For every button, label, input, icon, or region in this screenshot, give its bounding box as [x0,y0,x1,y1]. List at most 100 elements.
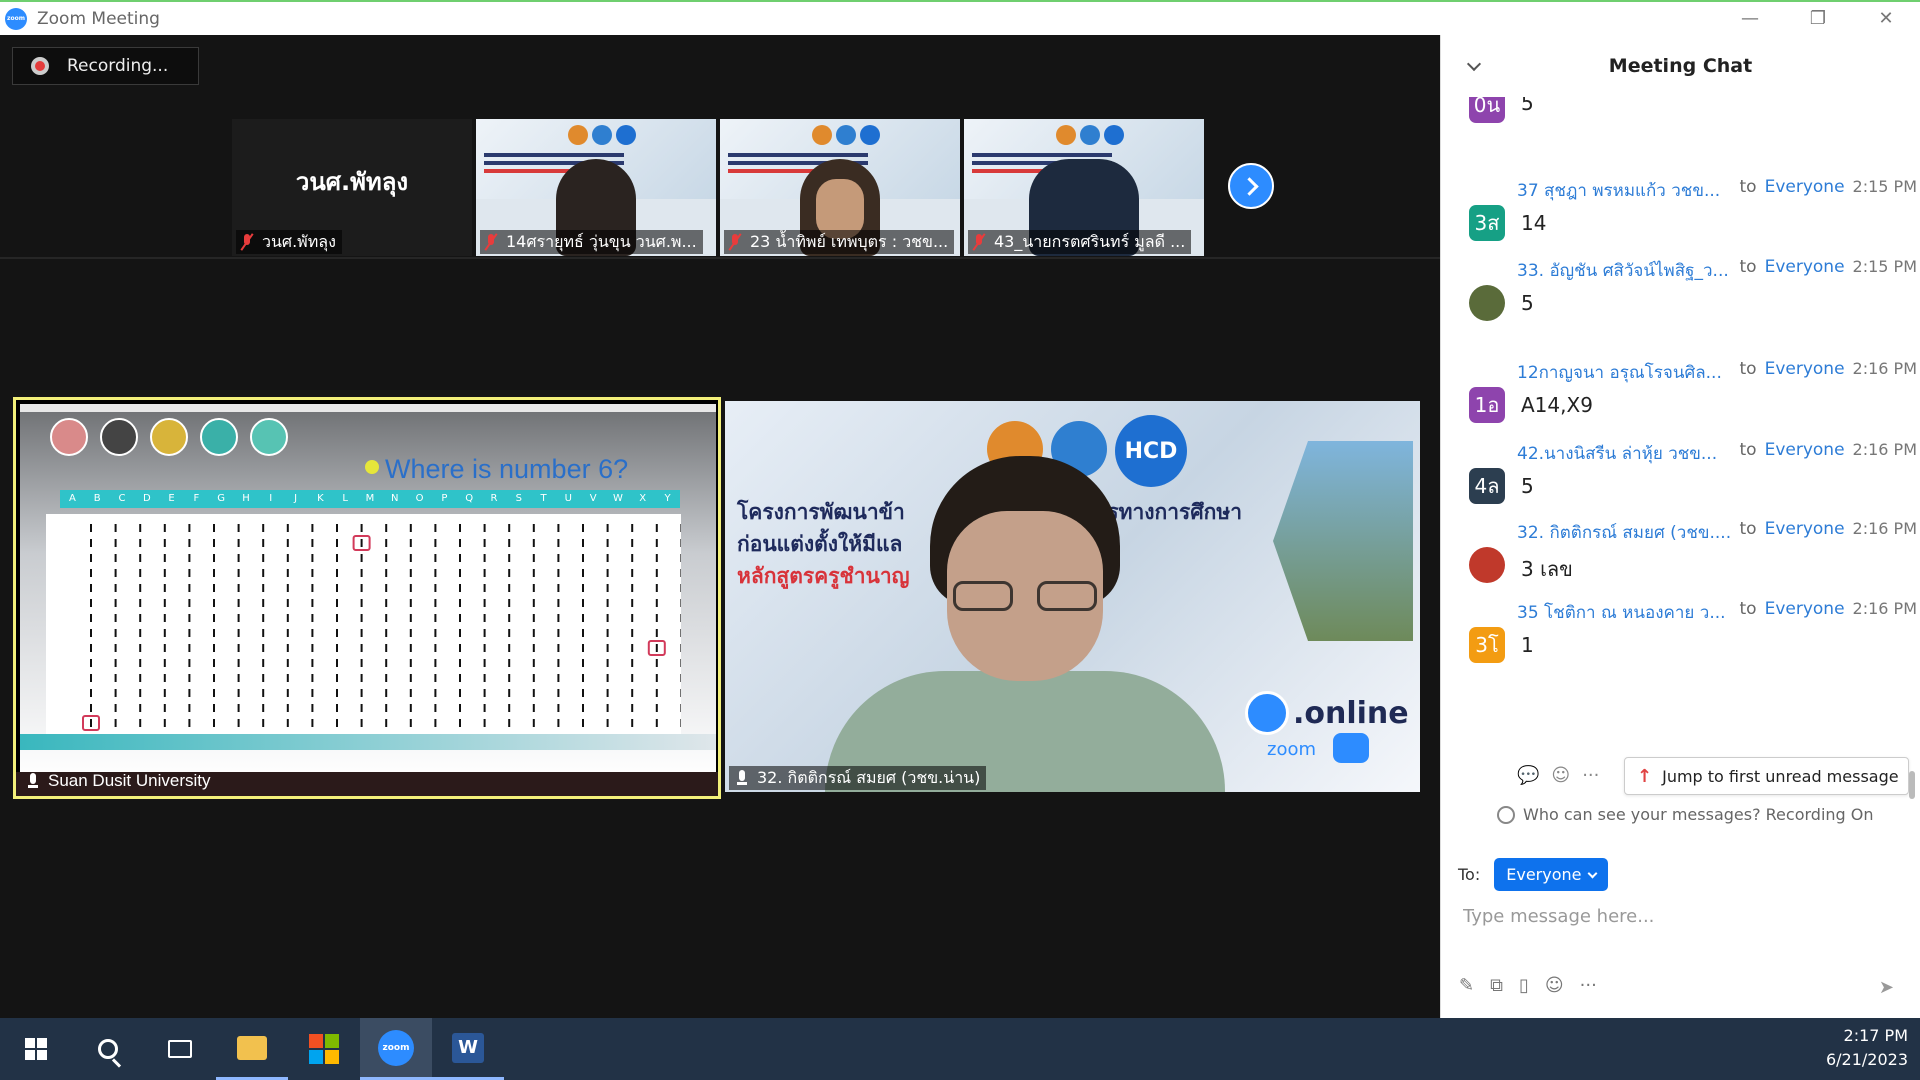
grid-digit [213,539,215,547]
screenshot-icon[interactable]: ⧉ [1490,975,1503,996]
message-to: to [1739,359,1757,379]
privacy-notice[interactable]: Who can see your messages? Recording On [1497,805,1874,824]
store-button[interactable] [288,1018,360,1080]
message-sender[interactable]: 37 สุชฎา พรหมแก้ว วชข... [1517,177,1734,204]
recipient-dropdown[interactable]: Everyone [1494,858,1609,891]
participant-tile[interactable]: วนศ.พัทลุง วนศ.พัทลุง [232,119,472,256]
grid-digit [557,689,560,697]
file-explorer-button[interactable] [216,1018,288,1080]
grid-digit [508,524,511,532]
grid-digit [434,539,437,547]
avatar[interactable]: 3โ [1469,627,1505,663]
word-taskbar-button[interactable]: W [432,1018,504,1080]
chat-scrollbar[interactable] [1909,771,1915,799]
grid-digit [163,524,166,532]
participant-strip: วนศ.พัทลุง วนศ.พัทลุง 14ศรายุทธ์ วุ่นขุน… [232,119,1204,256]
format-icon[interactable]: ✎ [1459,975,1474,996]
zoom-app: zoom Zoom Meeting — ❐ ✕ Recording... วนศ… [0,0,1920,1080]
start-button[interactable] [0,1018,72,1080]
grid-digit [139,704,142,712]
presenter-label: Suan Dusit University [26,769,211,793]
shared-screen-tile[interactable]: Where is number 6? A B C D E F G H I J K L M N O P Q R S T U… [13,397,721,799]
recipient-value: Everyone [1506,865,1582,884]
avatar[interactable]: 4ล [1469,468,1505,504]
zoom-taskbar-button[interactable]: zoom [360,1018,432,1080]
grid-column-label: I [269,493,273,504]
grid-digit [262,554,265,562]
close-button[interactable]: ✕ [1852,2,1920,35]
grid-digit [508,584,511,592]
grid-digit [680,569,681,577]
grid-digit [213,689,215,697]
grid-digit [262,569,265,577]
grid-digit [213,584,215,592]
recording-indicator[interactable]: Recording... [12,47,199,85]
message-sender[interactable]: 12กาญจนา อรุณโรจนศิล... [1517,359,1734,386]
grid-digit [163,659,166,667]
grid-column-label: C [118,493,126,504]
chat-message-input[interactable] [1463,899,1893,933]
grid-digit [114,629,117,637]
grid-digit [655,629,658,637]
participant-tile[interactable]: 23 น้ำทิพย์ เทพบุตร : วชข... [720,119,960,256]
more-icon[interactable]: ··· [1582,765,1599,786]
grid-digit [286,704,289,712]
chat-header: Meeting Chat [1441,35,1920,97]
grid-digit [459,614,461,622]
globe-icon [1245,691,1289,735]
participant-tile[interactable]: 43_นายกรตศรินทร์ มูลดี ... [964,119,1204,256]
avatar[interactable]: 1อ [1469,387,1505,423]
file-icon[interactable]: ▯ [1519,975,1529,996]
grid-column-label: E [168,493,175,504]
avatar[interactable]: 0น [1469,97,1505,123]
grid-column-label: J [294,493,298,504]
avatar[interactable] [1469,285,1505,321]
grid-digit [139,719,142,727]
grid-column-label: W [612,493,623,504]
search-button[interactable] [72,1018,144,1080]
message-sender[interactable]: 35 โชติกา ณ หนองคาย ว... [1517,599,1734,626]
hcd-logo-icon [1104,125,1124,145]
arrow-up-icon: ↑ [1637,765,1653,787]
emoji-reaction-icon[interactable]: ☺ [1551,765,1570,786]
grid-digit [483,689,486,697]
grid-column-label: K [317,493,324,504]
more-icon[interactable]: ··· [1580,975,1597,996]
chat-panel: Meeting Chat 0น 5 3ส 37 สุชฎา พรหมแก้ว วชข.… [1440,35,1920,1018]
minimize-button[interactable]: — [1716,2,1784,35]
grid-digit [311,659,314,667]
slide-footer-band [20,734,716,750]
message-sender[interactable]: 33. อัญชัน ศสิวัจน์ไพสิฐ_ว... [1517,257,1734,284]
grid-digit [188,569,191,577]
system-clock[interactable]: 2:17 PM 6/21/2023 [1826,1024,1908,1072]
avatar[interactable] [1469,547,1505,583]
participant-tile[interactable]: 14ศรายุทธ์ วุ่นขุน วนศ.พ... [476,119,716,256]
mic-muted-icon [728,233,742,251]
chevron-down-icon[interactable] [1466,56,1482,72]
message-sender[interactable]: 42.นางนิสรีน ล่าหุ้ย วชข... [1517,440,1734,467]
grid-digit [655,689,658,697]
grid-digit [606,614,609,622]
jump-to-unread-button[interactable]: ↑ Jump to first unread message [1624,757,1909,795]
restore-button[interactable]: ❐ [1784,2,1852,35]
grid-digit [631,524,634,532]
next-page-button[interactable] [1228,163,1274,209]
avatar[interactable]: 3ส [1469,205,1505,241]
mic-muted-icon [972,233,986,251]
grid-digit [606,674,609,682]
message-sender[interactable]: 32. กิตติกรณ์ สมยศ (วชข.... [1517,519,1734,546]
task-view-button[interactable] [144,1018,216,1080]
emoji-icon[interactable]: ☺ [1545,975,1564,996]
speaker-video-tile[interactable]: HCD โครงการพัฒนาข้า ก่อนแต่งตั้งให้มีแล … [725,401,1420,792]
grid-digit [459,599,461,607]
send-icon[interactable]: ➤ [1879,977,1894,998]
grid-digit [237,584,240,592]
reply-icon[interactable]: 💬 [1517,765,1539,786]
grid-digit [631,584,634,592]
grid-digit [360,614,363,622]
clock-date: 6/21/2023 [1825,1050,1908,1069]
grid-digit [286,539,289,547]
grid-digit [680,704,681,712]
grid-digit [508,614,511,622]
message-meta: 42.นางนิสรีน ล่าหุ้ย วชข... to Everyone 2:1… [1517,440,1917,467]
